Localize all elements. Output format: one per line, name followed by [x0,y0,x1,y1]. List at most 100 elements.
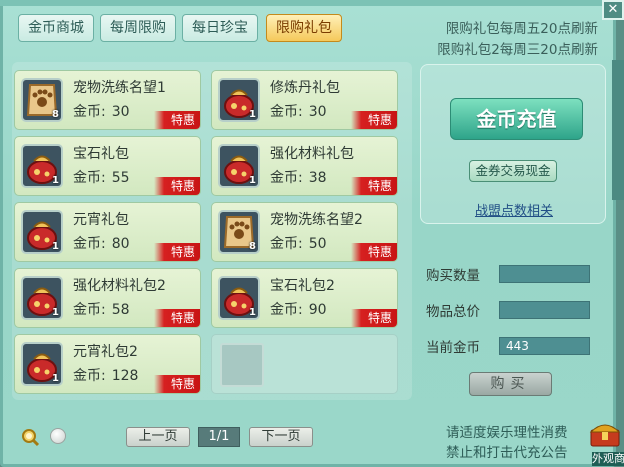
empty-item-slot [211,334,398,394]
price-value: 50 [308,236,327,252]
price-value: 30 [111,104,130,120]
item-name: 宠物洗练名望1 [73,80,166,96]
deal-badge: 特惠 [351,177,397,195]
price-value: 90 [308,302,327,318]
deal-badge: 特惠 [351,111,397,129]
item-price: 金币: 38 [270,167,327,187]
appearance-shop-label[interactable]: 外观商 [592,452,624,466]
gift-bag-icon: 1 [21,342,63,386]
side-decoration [612,60,624,200]
price-value: 128 [111,368,139,384]
shop-item-card[interactable]: 1 强化材料礼包2 金币: 58 特惠 [14,268,201,328]
item-quantity: 8 [52,109,59,120]
shop-item-card[interactable]: 8 宠物洗练名望2 金币: 50 特惠 [211,202,398,262]
prev-page-button[interactable]: 上一页 [126,427,190,447]
item-quantity: 1 [249,109,256,120]
shop-item-card[interactable]: 1 元宵礼包金币: 80 特惠 [14,202,201,262]
gift-bag-icon: 1 [218,78,260,122]
gift-bag-icon: 1 [21,210,63,254]
voucher-exchange-button[interactable]: 金券交易现金 [469,160,557,182]
refresh-note-2: 限购礼包2每周三20点刷新 [437,42,598,58]
item-price: 金币: 30 [270,101,327,121]
total-price-label: 物品总价 [426,304,480,320]
paw-scroll-icon: 8 [218,210,260,254]
price-prefix: 金币: [73,170,106,186]
treasure-chest-icon[interactable] [588,418,622,450]
tab-weekly-limited[interactable]: 每周限购 [100,14,176,42]
deal-badge: 特惠 [351,309,397,327]
item-name: 宝石礼包 [73,146,129,162]
price-prefix: 金币: [270,104,303,120]
current-gold-label: 当前金币 [426,340,480,356]
price-value: 80 [111,236,130,252]
price-value: 58 [111,302,130,318]
price-value: 38 [308,170,327,186]
item-price: 金币: 90 [270,299,327,319]
magnifier-icon[interactable] [20,427,40,447]
total-price-field [499,301,590,319]
item-name: 元宵礼包2 [73,344,138,360]
gift-bag-icon: 1 [21,276,63,320]
page-indicator: 1/1 [198,427,240,447]
item-name: 元宵礼包 [73,212,129,228]
item-quantity: 1 [52,241,59,252]
item-quantity: 8 [249,241,256,252]
tab-limited-packs[interactable]: 限购礼包 [266,14,342,42]
shop-item-card[interactable]: 1 元宵礼包2 金币: 128 特惠 [14,334,201,394]
price-value: 55 [111,170,130,186]
current-gold-field: 443 [499,337,590,355]
price-prefix: 金币: [73,104,106,120]
item-price: 金币: 128 [73,365,138,385]
item-price: 金币: 80 [73,233,130,253]
deal-badge: 特惠 [154,375,200,393]
item-quantity: 1 [249,307,256,318]
empty-slot-frame [220,343,264,387]
tab-gold-shop[interactable]: 金币商城 [18,14,94,42]
price-prefix: 金币: [270,302,303,318]
refresh-note-1: 限购礼包每周五20点刷新 [445,21,598,37]
item-name: 强化材料礼包2 [73,278,166,294]
item-name: 修炼丹礼包 [270,80,340,96]
deal-badge: 特惠 [154,177,200,195]
tab-daily-treasure[interactable]: 每日珍宝 [182,14,258,42]
shop-item-card[interactable]: 8 宠物洗练名望1 金币: 30 特惠 [14,70,201,130]
item-name: 宠物洗练名望2 [270,212,363,228]
alliance-points-link[interactable]: 战盟点数相关 [470,200,558,219]
gold-recharge-button[interactable]: 金币充值 [450,98,583,140]
gift-bag-icon: 1 [21,144,63,188]
deal-badge: 特惠 [154,111,200,129]
item-name: 强化材料礼包 [270,146,354,162]
shop-item-card[interactable]: 1 修炼丹礼包金币: 30 特惠 [211,70,398,130]
price-prefix: 金币: [73,236,106,252]
deal-badge: 特惠 [154,243,200,261]
item-quantity: 1 [249,175,256,186]
deal-badge: 特惠 [351,243,397,261]
gift-bag-icon: 1 [218,144,260,188]
anti-proxy-notice[interactable]: 禁止和打击代充公告 [446,441,568,461]
paw-scroll-icon: 8 [21,78,63,122]
item-price: 金币: 58 [73,299,130,319]
quantity-label: 购买数量 [426,268,480,284]
item-price: 金币: 50 [270,233,327,253]
price-prefix: 金币: [73,368,106,384]
moderation-notice: 请适度娱乐理性消费 [446,425,568,441]
shop-item-card[interactable]: 1 宝石礼包金币: 55 特惠 [14,136,201,196]
price-prefix: 金币: [270,170,303,186]
window-top-strip [0,0,616,6]
deal-badge: 特惠 [154,309,200,327]
item-quantity: 1 [52,307,59,318]
next-page-button[interactable]: 下一页 [249,427,313,447]
price-prefix: 金币: [73,302,106,318]
price-prefix: 金币: [270,236,303,252]
item-price: 金币: 30 [73,101,130,121]
item-quantity: 1 [52,175,59,186]
toggle-dot-icon[interactable] [50,428,66,444]
close-icon[interactable]: ✕ [602,0,624,20]
shop-item-card[interactable]: 1 宝石礼包2 金币: 90 特惠 [211,268,398,328]
item-price: 金币: 55 [73,167,130,187]
quantity-field[interactable] [499,265,590,283]
item-quantity: 1 [52,373,59,384]
item-name: 宝石礼包2 [270,278,335,294]
buy-button[interactable]: 购买 [469,372,552,396]
shop-item-card[interactable]: 1 强化材料礼包 金币: 38 特惠 [211,136,398,196]
